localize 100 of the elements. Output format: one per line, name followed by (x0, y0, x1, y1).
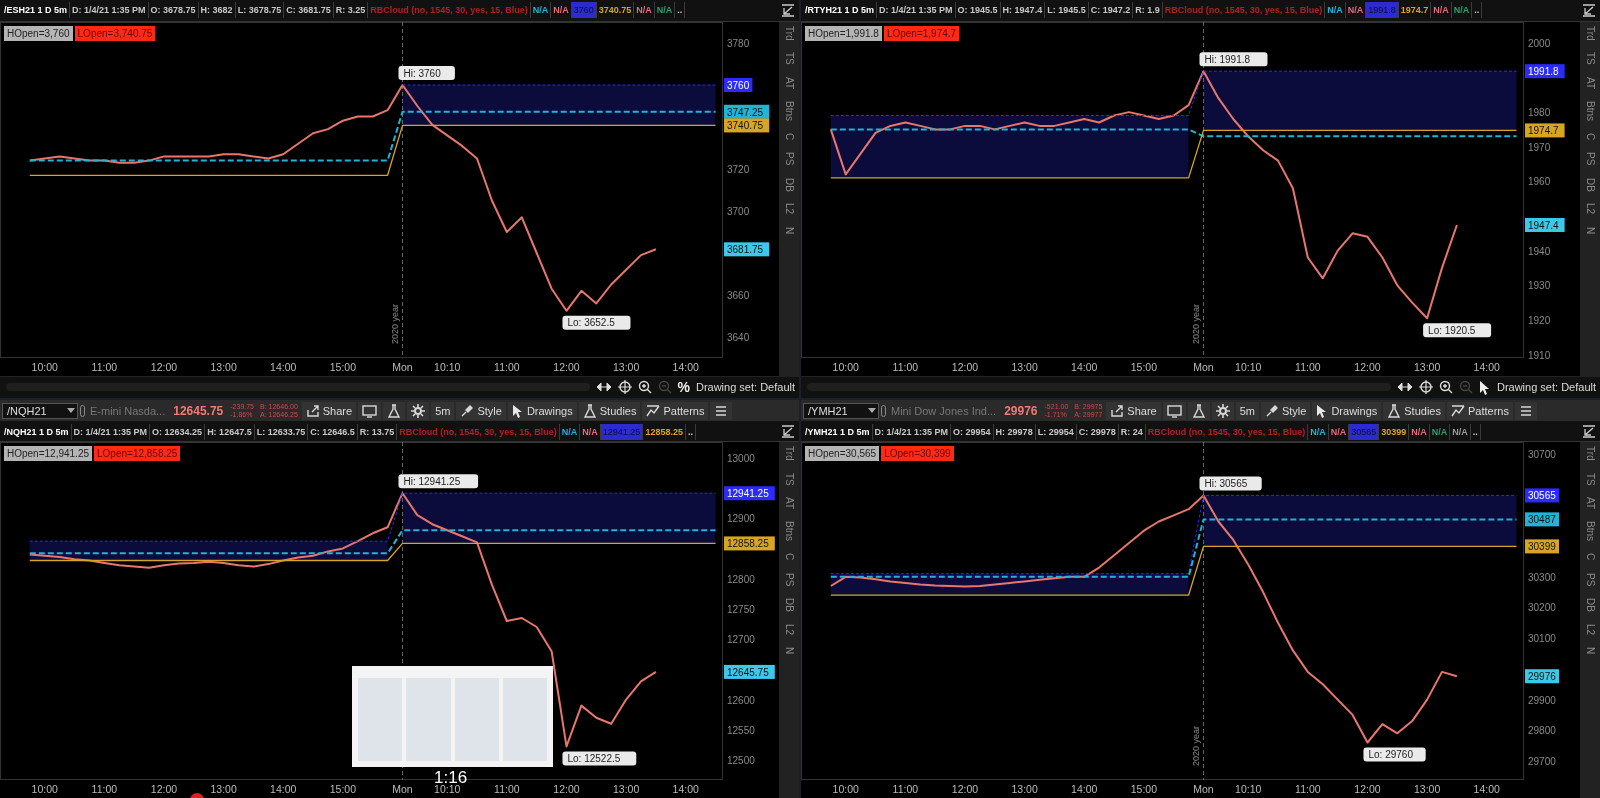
side-tab[interactable]: C (783, 553, 795, 561)
side-tab[interactable]: TS (783, 52, 795, 65)
studies-button[interactable]: Studies (1383, 401, 1445, 420)
crosshair-icon[interactable] (1418, 380, 1433, 395)
header-value: .. (1472, 2, 1483, 19)
header-value: O: 12634.25 (150, 423, 206, 440)
header-value: 12941.25 (600, 423, 644, 440)
monitor-icon[interactable] (1166, 403, 1182, 418)
side-tab[interactable]: DB (1584, 598, 1596, 612)
zoom-in-icon[interactable] (1438, 380, 1453, 395)
header-value: N/A (1409, 423, 1430, 440)
side-tab[interactable]: TS (783, 472, 795, 486)
flask-icon[interactable] (1191, 403, 1206, 418)
settings-icon[interactable] (1215, 403, 1230, 418)
header-value: O: 1945.5 (955, 2, 1001, 19)
instrument-description: Mini Dow Jones Ind... (890, 404, 998, 417)
side-tab[interactable]: N (783, 226, 795, 234)
side-tab[interactable]: PS (1584, 572, 1596, 587)
pan-arrows-icon[interactable] (1396, 381, 1413, 394)
crosshair-icon[interactable] (617, 380, 632, 395)
side-tab[interactable]: Trd (1584, 25, 1596, 41)
side-tab[interactable]: L2 (1584, 203, 1596, 215)
drawing-set-label[interactable]: Drawing set: Default (1496, 381, 1596, 394)
side-tab[interactable]: DB (783, 598, 795, 612)
side-tab[interactable]: PS (1584, 152, 1596, 166)
interval-button[interactable]: 5m (1235, 401, 1259, 420)
side-tab[interactable]: DB (783, 177, 795, 192)
time-axis-label: 14:00 (270, 360, 297, 373)
collapse-icon[interactable] (1582, 3, 1596, 17)
side-tab[interactable]: C (1584, 133, 1596, 141)
study-label: HOpen=12,941.25 (4, 446, 92, 461)
price-axis-label: 12700 (727, 634, 755, 646)
drawing-set-label[interactable]: Drawing set: Default (695, 381, 795, 394)
style-button[interactable]: Style (1260, 401, 1311, 420)
side-tab[interactable]: Trd (1584, 446, 1596, 461)
last-price: 12645.75 (172, 403, 225, 418)
side-tab[interactable]: Trd (783, 25, 795, 41)
side-tab[interactable]: C (783, 133, 795, 141)
side-tab[interactable]: DB (1584, 177, 1596, 192)
monitor-icon[interactable] (362, 403, 378, 418)
settings-icon[interactable] (411, 403, 426, 418)
side-tab[interactable]: AT (783, 76, 795, 89)
side-tab[interactable]: AT (1584, 76, 1596, 89)
share-icon (305, 403, 320, 418)
side-tab[interactable]: PS (783, 572, 795, 587)
time-axis-label: 11:00 (892, 783, 919, 795)
time-axis-label: 13:00 (612, 360, 640, 373)
side-tab[interactable]: TS (1584, 472, 1596, 486)
side-tab[interactable]: N (1584, 226, 1596, 234)
share-button[interactable]: Share (301, 401, 357, 420)
cursor-icon[interactable] (1478, 379, 1491, 395)
menu-icon[interactable] (1518, 403, 1533, 418)
side-tab[interactable]: Btns (783, 521, 795, 542)
side-tab[interactable]: TS (1584, 52, 1596, 65)
header-value: H: 29978 (993, 423, 1036, 440)
time-axis-label: 10:00 (31, 360, 58, 373)
drawings-button[interactable]: Drawings (507, 401, 577, 420)
symbol-field[interactable]: /YMH21 (803, 402, 879, 419)
side-tab[interactable]: L2 (783, 203, 795, 215)
side-tab[interactable]: AT (1584, 497, 1596, 510)
collapse-icon[interactable] (781, 3, 795, 17)
side-tab[interactable]: L2 (783, 623, 795, 636)
header-value: RBCloud (no, 1545, 30, yes, 15, Blue) (1145, 423, 1309, 440)
flask-icon[interactable] (387, 403, 402, 418)
patterns-button[interactable]: Patterns (642, 401, 709, 420)
side-tab[interactable]: Btns (1584, 521, 1596, 542)
interval-button[interactable]: 5m (431, 401, 455, 420)
time-axis-label: 11:00 (494, 783, 520, 795)
symbol-field[interactable]: /NQH21 (2, 402, 78, 419)
year-label: 2020 year (1191, 725, 1202, 766)
side-tab[interactable]: Btns (783, 101, 795, 121)
patterns-button[interactable]: Patterns (1447, 401, 1513, 420)
annotation: Hi: 1991.8 (1204, 53, 1251, 65)
side-tab[interactable]: Trd (783, 446, 795, 461)
menu-icon[interactable] (714, 403, 729, 418)
time-axis-label: 15:00 (329, 783, 356, 795)
header-value: C: 29978 (1076, 423, 1119, 440)
time-axis-label: 13:00 (210, 360, 237, 373)
collapse-icon[interactable] (781, 425, 795, 438)
studies-button[interactable]: Studies (578, 401, 641, 420)
study-label: LOpen=30,399 (881, 446, 954, 461)
side-tab[interactable]: Btns (1584, 101, 1596, 121)
percent-toggle[interactable]: % (677, 379, 690, 396)
side-tab[interactable]: N (783, 647, 795, 655)
side-tab[interactable]: C (1584, 553, 1596, 561)
zoom-in-icon[interactable] (637, 380, 652, 395)
pan-arrows-icon[interactable] (595, 381, 612, 394)
time-axis-label: 10:00 (832, 783, 859, 795)
side-tab[interactable]: L2 (1584, 623, 1596, 636)
side-tab[interactable]: N (1584, 647, 1596, 655)
side-tab[interactable]: PS (783, 152, 795, 166)
price-axis-label: 1940 (1528, 245, 1551, 257)
drawings-button[interactable]: Drawings (1312, 401, 1382, 420)
price-axis-label: 12550 (727, 724, 755, 736)
side-tab[interactable]: AT (783, 497, 795, 510)
style-button[interactable]: Style (456, 401, 506, 420)
header-value: 30565 (1349, 423, 1380, 440)
share-button[interactable]: Share (1106, 401, 1161, 420)
collapse-icon[interactable] (1582, 425, 1596, 438)
header-value: 1991.8 (1366, 2, 1399, 19)
